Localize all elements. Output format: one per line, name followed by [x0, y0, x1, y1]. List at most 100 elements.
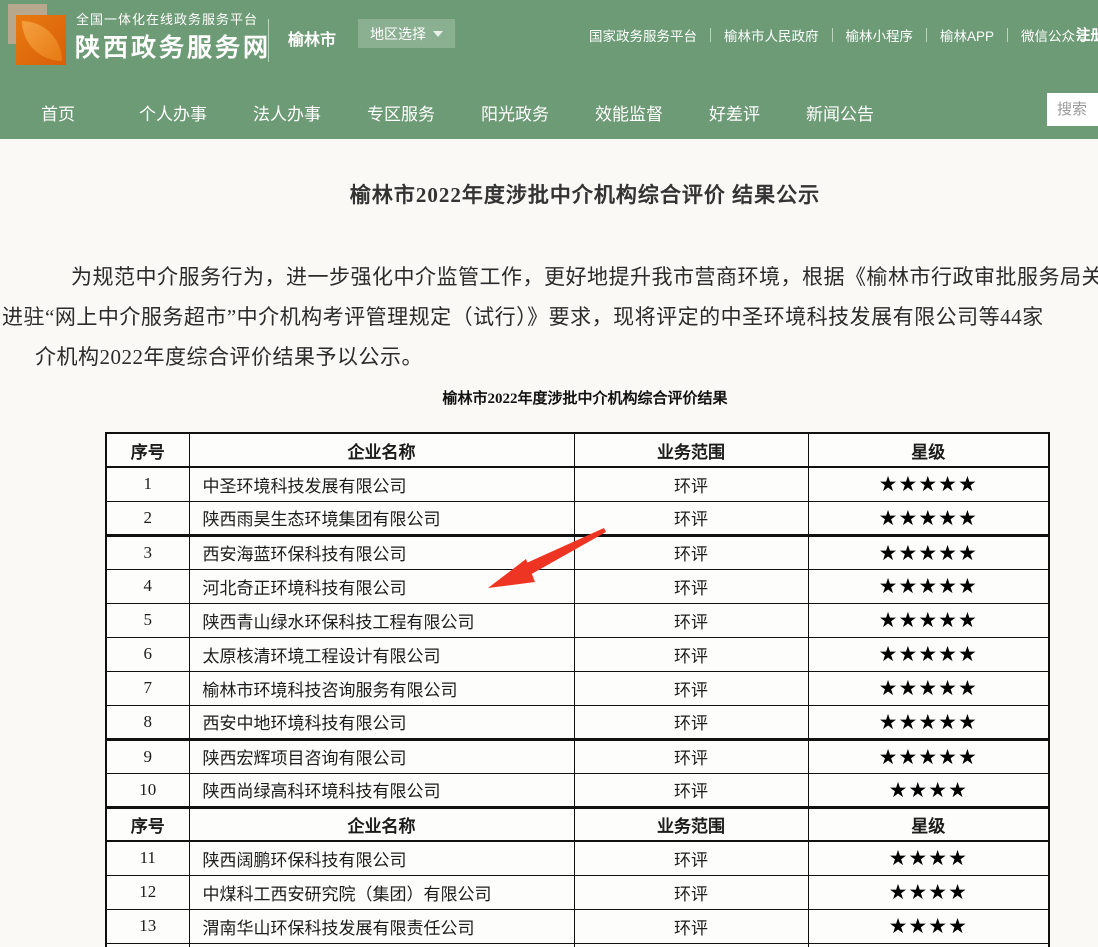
star-rating: ★★★★ [808, 841, 1049, 875]
header-cell-no: 序号 [106, 433, 189, 467]
nav-item-personal[interactable]: 个人办事 [139, 100, 207, 125]
business-scope: 环评 [574, 637, 808, 671]
business-scope: 环评 [574, 467, 808, 501]
row-number: 10 [106, 773, 189, 807]
chevron-down-icon [433, 31, 443, 37]
company-name: 陕西尚绿高科环境科技有限公司 [189, 773, 574, 807]
header-cell-stars: 星级 [808, 433, 1049, 467]
star-rating: ★★★★★ [808, 671, 1049, 705]
star-rating: ★★★★★ [808, 501, 1049, 535]
table-row: 11 陕西阔鹏环保科技有限公司 环评 ★★★★ [106, 841, 1049, 875]
header-cell-company: 企业名称 [189, 433, 574, 467]
table-row: 6 太原核清环境工程设计有限公司 环评 ★★★★★ [106, 637, 1049, 671]
star-rating: ★★★★ [808, 909, 1049, 943]
row-number [106, 943, 189, 947]
paragraph-line: 介机构2022年度综合评价结果予以公示。 [35, 341, 423, 371]
company-name: 渭南华山环保科技发展有限责任公司 [189, 909, 574, 943]
company-name: 西安中地环境科技有限公司 [189, 705, 574, 739]
page-title: 榆林市2022年度涉批中介机构综合评价 结果公示 [0, 179, 1098, 209]
link-yulin-government[interactable]: 榆林市人民政府 [711, 25, 832, 45]
red-annotation-arrow [480, 522, 610, 594]
table-row: 7 榆林市环境科技咨询服务有限公司 环评 ★★★★★ [106, 671, 1049, 705]
search-input[interactable] [1047, 93, 1098, 126]
header-cell-no: 序号 [106, 807, 189, 841]
header-cell-stars: 星级 [808, 807, 1049, 841]
star-rating: ★★★★★ [808, 603, 1049, 637]
link-national-platform[interactable]: 国家政务服务平台 [576, 25, 710, 45]
business-scope: 环评 [574, 671, 808, 705]
business-scope: 环评 [574, 739, 808, 773]
company-name: 中煤科工西安研究院（集团）有限公司 [189, 875, 574, 909]
site-header: 全国一体化在线政务服务平台 陕西政务服务网 榆林市 地区选择 国家政务服务平台 … [0, 0, 1098, 139]
company-name: 中圣环境科技发展有限公司 [189, 467, 574, 501]
row-number: 8 [106, 705, 189, 739]
table-header-row-repeat: 序号 企业名称 业务范围 星级 [106, 807, 1049, 841]
table-header-row: 序号 企业名称 业务范围 星级 [106, 433, 1049, 467]
star-rating: ★★★★★ [808, 637, 1049, 671]
current-city-label: 榆林市 [288, 26, 336, 50]
company-name: 陕西宏辉项目咨询有限公司 [189, 739, 574, 773]
header-cell-company: 企业名称 [189, 807, 574, 841]
company-name [189, 943, 574, 947]
table-row: 8 西安中地环境科技有限公司 环评 ★★★★★ [106, 705, 1049, 739]
page-content: 榆林市2022年度涉批中介机构综合评价 结果公示 为规范中介服务行为，进一步强化… [0, 139, 1098, 947]
star-rating: ★★★★★ [808, 535, 1049, 569]
row-number: 7 [106, 671, 189, 705]
business-scope [574, 943, 808, 947]
table-row: 13 渭南华山环保科技发展有限责任公司 环评 ★★★★ [106, 909, 1049, 943]
arrow-shaft [522, 528, 606, 576]
business-scope: 环评 [574, 773, 808, 807]
star-rating: ★★★★ [808, 875, 1049, 909]
nav-item-legal-person[interactable]: 法人办事 [253, 100, 321, 125]
nav-item-home[interactable]: 首页 [41, 100, 75, 125]
header-divider [268, 19, 269, 62]
row-number: 12 [106, 875, 189, 909]
table-caption: 榆林市2022年度涉批中介机构综合评价结果 [0, 387, 1098, 408]
top-link-bar: 国家政务服务平台 榆林市人民政府 榆林小程序 榆林APP 微信公众号 [576, 25, 1098, 45]
announcement-document: 榆林市2022年度涉批中介机构综合评价 结果公示 为规范中介服务行为，进一步强化… [0, 139, 1098, 947]
region-select-button[interactable]: 地区选择 [358, 19, 455, 48]
star-rating: ★★★★★ [808, 569, 1049, 603]
register-link[interactable]: 注册 [1076, 24, 1098, 45]
row-number: 6 [106, 637, 189, 671]
site-title: 陕西政务服务网 [75, 28, 271, 64]
business-scope: 环评 [574, 841, 808, 875]
business-scope: 环评 [574, 705, 808, 739]
star-rating: ★★★★ [808, 773, 1049, 807]
company-name: 陕西青山绿水环保科技工程有限公司 [189, 603, 574, 637]
nav-item-efficiency[interactable]: 效能监督 [595, 100, 663, 125]
table-row [106, 943, 1049, 947]
business-scope: 环评 [574, 603, 808, 637]
table-row: 12 中煤科工西安研究院（集团）有限公司 环评 ★★★★ [106, 875, 1049, 909]
row-number: 3 [106, 535, 189, 569]
company-name: 太原核清环境工程设计有限公司 [189, 637, 574, 671]
nav-item-open-government[interactable]: 阳光政务 [481, 100, 549, 125]
star-rating: ★★★★★ [808, 739, 1049, 773]
company-name: 陕西阔鹏环保科技有限公司 [189, 841, 574, 875]
star-rating [808, 943, 1049, 947]
row-number: 13 [106, 909, 189, 943]
main-nav: 首页 个人办事 法人办事 专区服务 阳光政务 效能监督 好差评 新闻公告 [0, 85, 1098, 139]
star-rating: ★★★★★ [808, 467, 1049, 501]
star-rating: ★★★★★ [808, 705, 1049, 739]
site-logo-icon [8, 4, 66, 66]
platform-subtitle: 全国一体化在线政务服务平台 [76, 9, 258, 28]
table-row: 9 陕西宏辉项目咨询有限公司 环评 ★★★★★ [106, 739, 1049, 773]
table-row: 1 中圣环境科技发展有限公司 环评 ★★★★★ [106, 467, 1049, 501]
table-row: 5 陕西青山绿水环保科技工程有限公司 环评 ★★★★★ [106, 603, 1049, 637]
business-scope: 环评 [574, 909, 808, 943]
region-select-label: 地区选择 [370, 24, 426, 44]
row-number: 1 [106, 467, 189, 501]
paragraph-line: 为规范中介服务行为，进一步强化中介监管工作，更好地提升我市营商环境，根据《榆林市… [71, 261, 1098, 291]
nav-item-special-zone[interactable]: 专区服务 [367, 100, 435, 125]
row-number: 4 [106, 569, 189, 603]
header-cell-scope: 业务范围 [574, 433, 808, 467]
header-cell-scope: 业务范围 [574, 807, 808, 841]
link-yulin-miniprogram[interactable]: 榆林小程序 [833, 25, 927, 45]
nav-item-rating[interactable]: 好差评 [709, 100, 760, 125]
nav-item-news[interactable]: 新闻公告 [806, 100, 874, 125]
row-number: 5 [106, 603, 189, 637]
row-number: 11 [106, 841, 189, 875]
row-number: 9 [106, 739, 189, 773]
link-yulin-app[interactable]: 榆林APP [927, 25, 1007, 45]
